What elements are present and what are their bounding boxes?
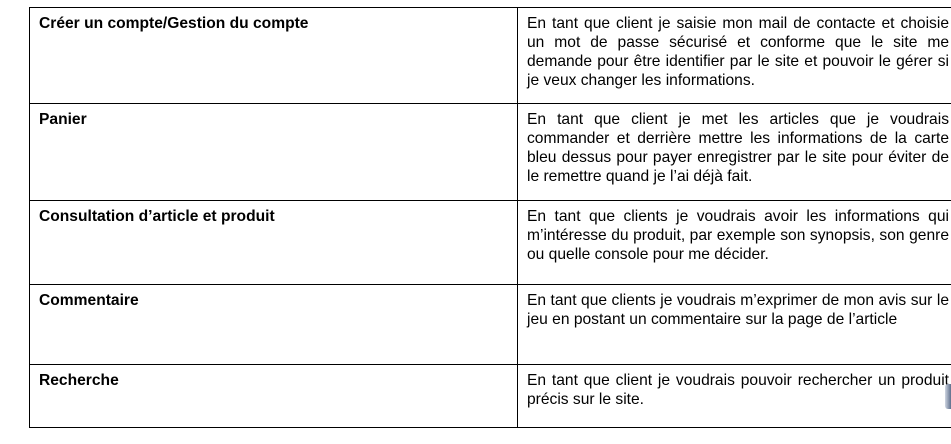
table-row: Panier En tant que client je met les art… [29, 103, 951, 201]
feature-cell: Commentaire [29, 284, 518, 365]
table-row: Consultation d’article et produit En tan… [29, 200, 951, 285]
user-story-cell: En tant que clients je voudrais avoir le… [517, 200, 951, 285]
user-story-cell: En tant que client je voudrais pouvoir r… [517, 364, 951, 428]
feature-cell: Créer un compte/Gestion du compte [29, 7, 518, 104]
feature-cell: Panier [29, 103, 518, 201]
table-row: Créer un compte/Gestion du compte En tan… [29, 7, 951, 104]
scroll-handle-icon[interactable] [945, 384, 951, 409]
user-story-cell: En tant que client je met les articles q… [517, 103, 951, 201]
user-stories-table: Créer un compte/Gestion du compte En tan… [29, 7, 951, 428]
user-story-cell: En tant que clients je voudrais m’exprim… [517, 284, 951, 365]
user-story-cell: En tant que client je saisie mon mail de… [517, 7, 951, 104]
table-row: Recherche En tant que client je voudrais… [29, 364, 951, 428]
table-row: Commentaire En tant que clients je voudr… [29, 284, 951, 365]
feature-cell: Recherche [29, 364, 518, 428]
feature-cell: Consultation d’article et produit [29, 200, 518, 285]
